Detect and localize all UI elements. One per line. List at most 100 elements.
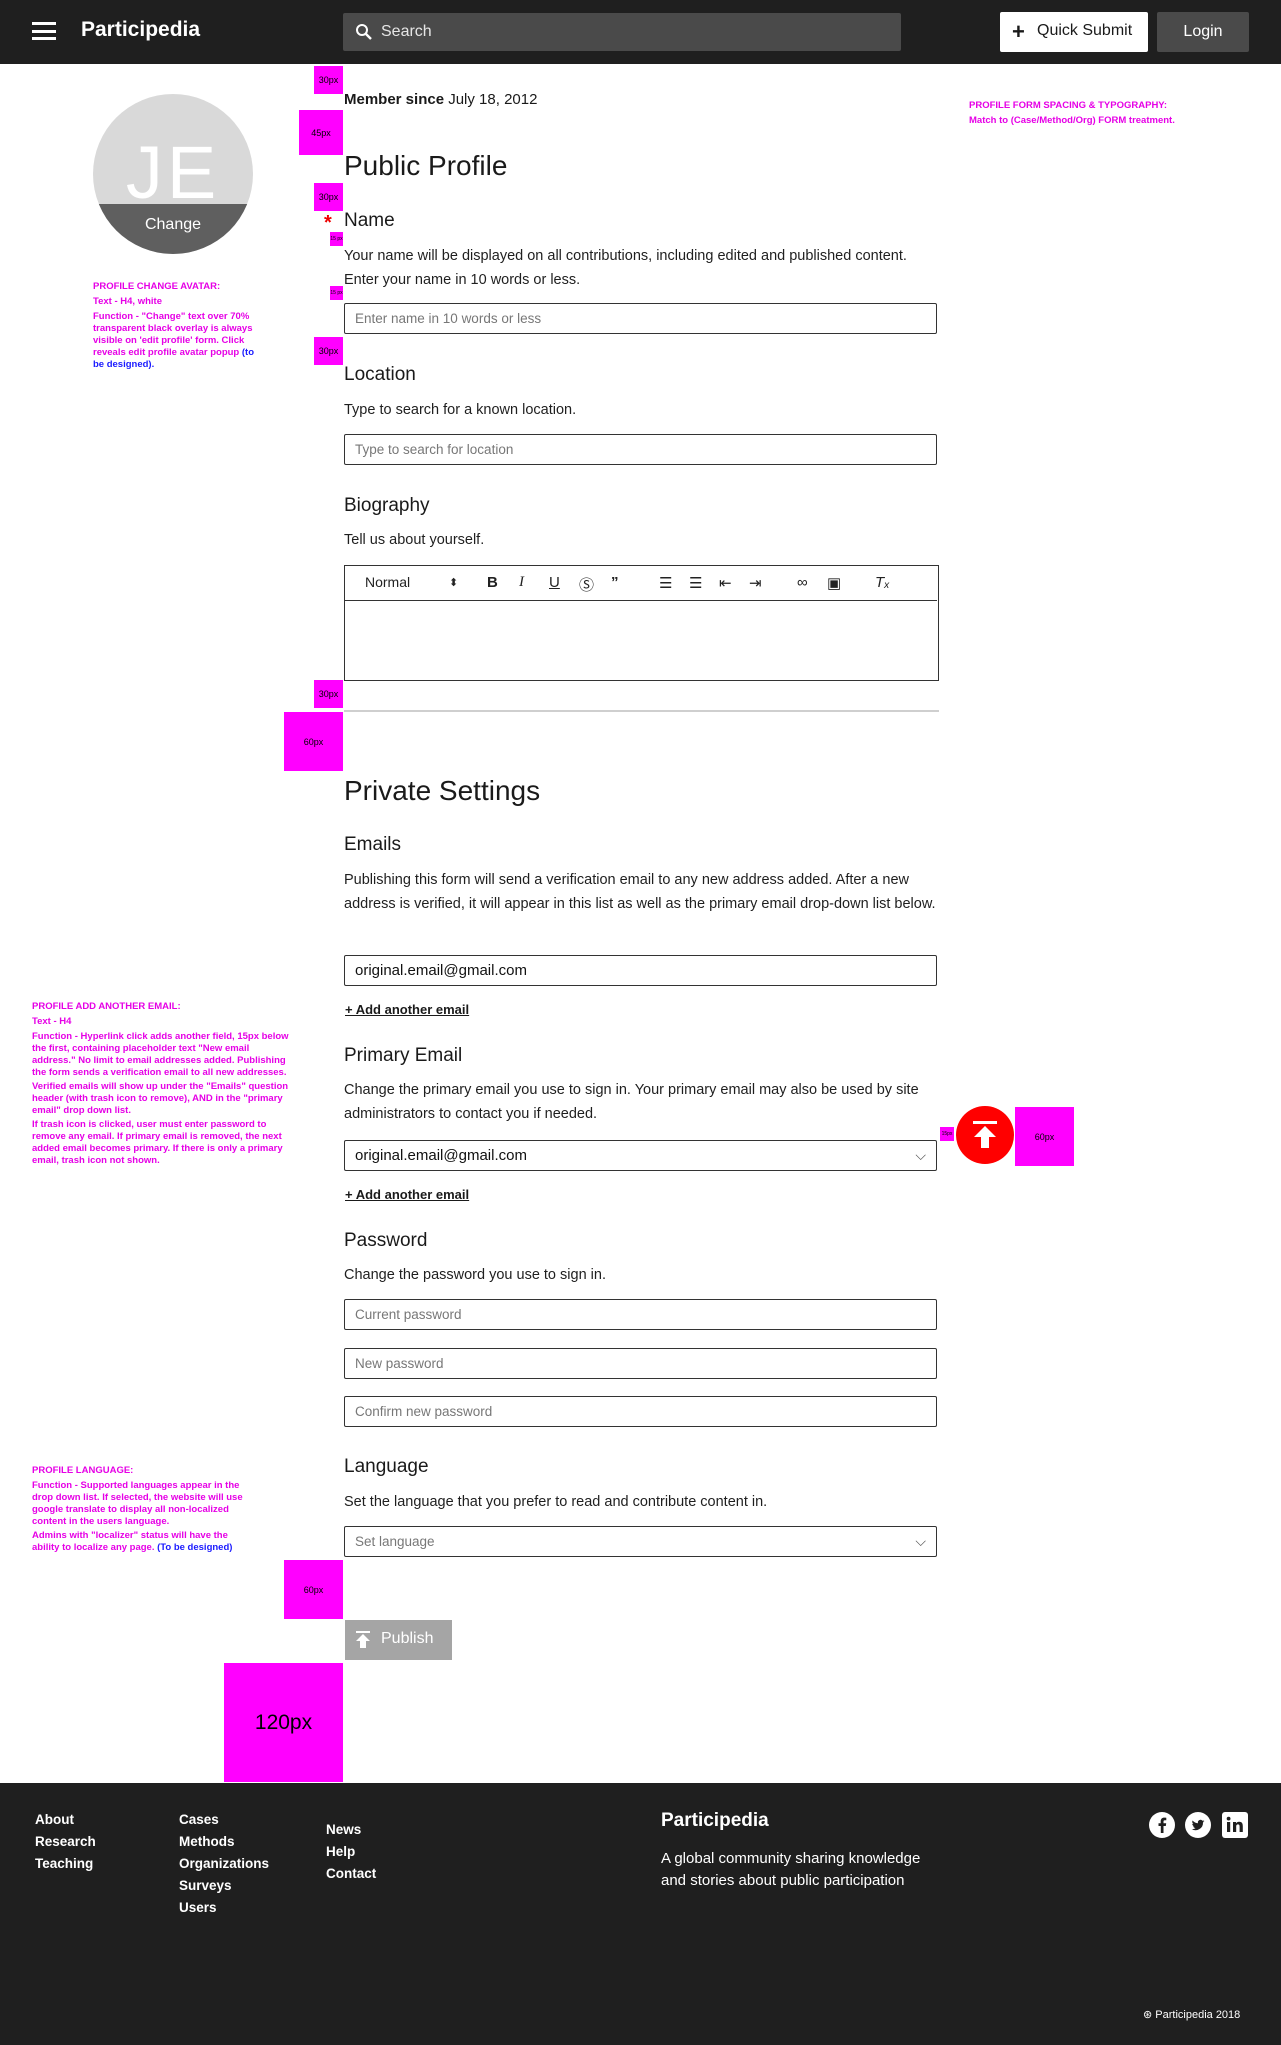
spacer-marker: 30px bbox=[314, 183, 343, 211]
language-select[interactable]: Set language ⌵ bbox=[344, 1526, 937, 1557]
spacer-marker: 30px bbox=[314, 337, 343, 365]
location-placeholder: Type to search for location bbox=[355, 442, 514, 457]
footer-link-methods[interactable]: Methods bbox=[179, 1831, 269, 1853]
indent-icon[interactable]: ⇥ bbox=[749, 574, 762, 592]
annotation-add-email: PROFILE ADD ANOTHER EMAIL: Text - H4 Fun… bbox=[32, 1001, 292, 1167]
footer-link-news[interactable]: News bbox=[326, 1819, 376, 1841]
biography-editor[interactable]: Normal ⬍ B I U Ⓢ ” ☰ ☰ ⇤ ⇥ ∞ ▣ Tₓ bbox=[344, 565, 939, 681]
annotation-form-spacing: PROFILE FORM SPACING & TYPOGRAPHY: Match… bbox=[969, 100, 1199, 127]
underline-icon[interactable]: U bbox=[549, 574, 560, 591]
search-placeholder: Search bbox=[381, 23, 432, 40]
outdent-icon[interactable]: ⇤ bbox=[719, 574, 732, 592]
current-password-field[interactable]: Current password bbox=[344, 1299, 937, 1330]
publish-label: Publish bbox=[381, 1630, 434, 1647]
primary-email-label: Primary Email bbox=[344, 1045, 463, 1066]
footer-tagline-line: and stories about public participation bbox=[661, 1872, 905, 1889]
strikethrough-icon[interactable]: Ⓢ bbox=[579, 574, 594, 595]
select-arrows-icon[interactable]: ⬍ bbox=[449, 576, 458, 589]
add-another-email-link[interactable]: + Add another email bbox=[345, 1187, 469, 1202]
image-icon[interactable]: ▣ bbox=[827, 574, 841, 592]
language-help: Set the language that you prefer to read… bbox=[344, 1494, 768, 1510]
name-field[interactable]: Enter name in 10 words or less bbox=[344, 303, 937, 334]
paragraph-style-select[interactable]: Normal bbox=[365, 574, 410, 590]
footer-column-2: Cases Methods Organizations Surveys User… bbox=[179, 1809, 269, 1919]
avatar-initials: JE bbox=[125, 131, 221, 214]
quick-submit-button[interactable]: + Quick Submit bbox=[1000, 12, 1148, 52]
annotation-title: PROFILE ADD ANOTHER EMAIL: bbox=[32, 1001, 181, 1012]
confirm-password-field[interactable]: Confirm new password bbox=[344, 1396, 937, 1427]
spacer-marker: 45px bbox=[299, 110, 343, 155]
ordered-list-icon[interactable]: ☰ bbox=[659, 574, 672, 592]
copyright: ⊛ Participedia 2018 bbox=[1143, 2008, 1240, 2021]
annotation-title: PROFILE LANGUAGE: bbox=[32, 1465, 134, 1476]
footer-link-contact[interactable]: Contact bbox=[326, 1863, 376, 1885]
footer-link-help[interactable]: Help bbox=[326, 1841, 376, 1863]
annotation-text: Match to (Case/Method/Org) FORM treatmen… bbox=[969, 115, 1175, 126]
bold-icon[interactable]: B bbox=[487, 574, 498, 591]
footer-link-users[interactable]: Users bbox=[179, 1897, 269, 1919]
quick-submit-label: Quick Submit bbox=[1037, 22, 1133, 39]
link-icon[interactable]: ∞ bbox=[797, 574, 808, 591]
copyright-text: Participedia 2018 bbox=[1155, 2009, 1241, 2021]
hamburger-menu-icon[interactable] bbox=[32, 22, 56, 40]
emails-label: Emails bbox=[344, 834, 402, 855]
footer-link-surveys[interactable]: Surveys bbox=[179, 1875, 269, 1897]
spacer-marker: 60px bbox=[284, 712, 343, 771]
name-help-line: Your name will be displayed on all contr… bbox=[344, 248, 907, 264]
bullet-list-icon[interactable]: ☰ bbox=[689, 574, 702, 592]
footer-link-research[interactable]: Research bbox=[35, 1831, 96, 1853]
arrow-up-icon bbox=[973, 1121, 997, 1148]
footer-link-about[interactable]: About bbox=[35, 1809, 96, 1831]
member-since: Member since July 18, 2012 bbox=[344, 91, 537, 108]
member-since-date: July 18, 2012 bbox=[448, 91, 538, 108]
publish-button[interactable]: Publish bbox=[345, 1620, 452, 1660]
top-header: Participedia Search + Quick Submit Login bbox=[0, 0, 1281, 64]
footer-brand[interactable]: Participedia bbox=[661, 1810, 769, 1832]
new-password-field[interactable]: New password bbox=[344, 1348, 937, 1379]
annotation-verified: Verified emails will show up under the "… bbox=[32, 1081, 289, 1116]
search-input[interactable]: Search bbox=[343, 13, 901, 51]
annotation-trash: If trash icon is clicked, user must ente… bbox=[32, 1119, 283, 1166]
biography-help: Tell us about yourself. bbox=[344, 532, 485, 548]
linkedin-icon[interactable] bbox=[1222, 1812, 1248, 1838]
avatar-change-label[interactable]: Change bbox=[93, 216, 253, 234]
add-another-email-link[interactable]: + Add another email bbox=[345, 1002, 469, 1017]
annotation-link: (To be designed) bbox=[157, 1542, 233, 1553]
chevron-down-icon: ⌵ bbox=[915, 1147, 926, 1163]
avatar[interactable]: JE Change bbox=[93, 94, 253, 254]
footer-column-3: News Help Contact bbox=[326, 1819, 376, 1885]
confirm-password-placeholder: Confirm new password bbox=[355, 1404, 493, 1419]
password-help: Change the password you use to sign in. bbox=[344, 1267, 606, 1283]
annotation-function: Function - Hyperlink click adds another … bbox=[32, 1031, 289, 1078]
brand-logo[interactable]: Participedia bbox=[81, 18, 200, 42]
email-field[interactable]: original.email@gmail.com bbox=[344, 955, 937, 986]
name-label: Name bbox=[344, 210, 395, 231]
name-placeholder: Enter name in 10 words or less bbox=[355, 311, 542, 326]
spacer-marker: 30px bbox=[314, 680, 343, 708]
footer-tagline-line: A global community sharing knowledge bbox=[661, 1850, 921, 1867]
clear-format-icon[interactable]: Tₓ bbox=[875, 574, 890, 591]
spacer-marker: 30px bbox=[314, 66, 343, 94]
footer: About Research Teaching Cases Methods Or… bbox=[0, 1783, 1281, 2045]
language-label: Language bbox=[344, 1456, 429, 1477]
location-help: Type to search for a known location. bbox=[344, 402, 577, 418]
facebook-icon[interactable] bbox=[1149, 1812, 1175, 1838]
back-to-top-button[interactable] bbox=[956, 1106, 1014, 1164]
footer-link-cases[interactable]: Cases bbox=[179, 1809, 269, 1831]
primary-email-select[interactable]: original.email@gmail.com ⌵ bbox=[344, 1140, 937, 1171]
footer-link-teaching[interactable]: Teaching bbox=[35, 1853, 96, 1875]
password-label: Password bbox=[344, 1230, 428, 1251]
footer-link-organizations[interactable]: Organizations bbox=[179, 1853, 269, 1875]
location-field[interactable]: Type to search for location bbox=[344, 434, 937, 465]
blockquote-icon[interactable]: ” bbox=[611, 574, 619, 591]
new-password-placeholder: New password bbox=[355, 1356, 444, 1371]
spacer-marker: 15px bbox=[940, 1127, 954, 1141]
twitter-icon[interactable] bbox=[1185, 1812, 1211, 1838]
annotation-function: Function - "Change" text over 70% transp… bbox=[93, 311, 253, 358]
login-button[interactable]: Login bbox=[1157, 12, 1249, 52]
footer-column-1: About Research Teaching bbox=[35, 1809, 96, 1875]
italic-icon[interactable]: I bbox=[519, 574, 524, 591]
primary-email-help: Change the primary email you use to sign… bbox=[344, 1082, 919, 1122]
spacer-marker: 60px bbox=[1015, 1107, 1074, 1166]
annotation-title: PROFILE CHANGE AVATAR: bbox=[93, 281, 221, 292]
